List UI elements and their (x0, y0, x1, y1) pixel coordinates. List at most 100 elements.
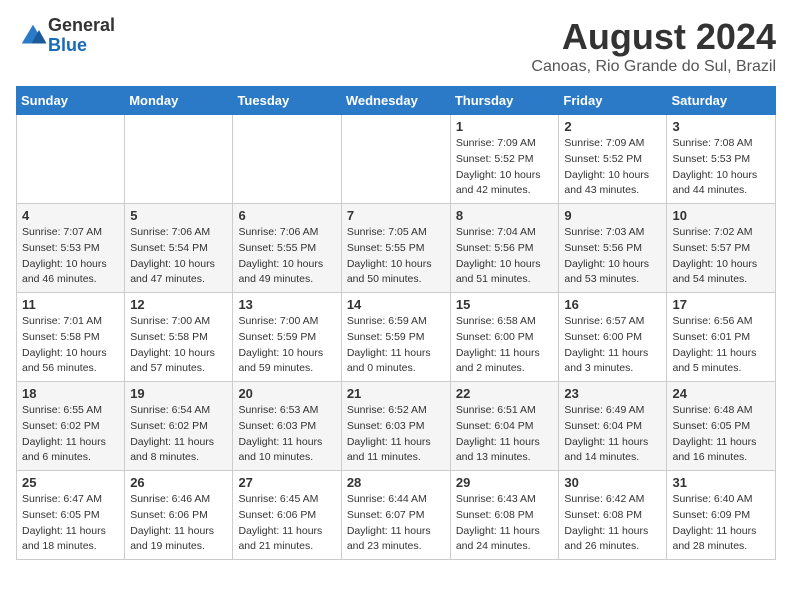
logo-general: General (48, 16, 115, 36)
day-number: 18 (22, 386, 119, 401)
day-cell: 21 Sunrise: 6:52 AMSunset: 6:03 PMDayligh… (341, 382, 450, 471)
header-wednesday: Wednesday (341, 87, 450, 115)
day-cell (125, 115, 233, 204)
day-info: Sunrise: 6:48 AMSunset: 6:05 PMDaylight:… (672, 403, 770, 466)
header-sunday: Sunday (17, 87, 125, 115)
day-info: Sunrise: 6:53 AMSunset: 6:03 PMDaylight:… (238, 403, 335, 466)
day-info: Sunrise: 6:43 AMSunset: 6:08 PMDaylight:… (456, 492, 554, 555)
day-info: Sunrise: 7:06 AMSunset: 5:55 PMDaylight:… (238, 225, 335, 288)
day-info: Sunrise: 7:00 AMSunset: 5:59 PMDaylight:… (238, 314, 335, 377)
day-number: 13 (238, 297, 335, 312)
day-info: Sunrise: 7:00 AMSunset: 5:58 PMDaylight:… (130, 314, 227, 377)
day-number: 5 (130, 208, 227, 223)
day-info: Sunrise: 7:04 AMSunset: 5:56 PMDaylight:… (456, 225, 554, 288)
day-cell: 6 Sunrise: 7:06 AMSunset: 5:55 PMDaylight… (233, 204, 341, 293)
day-cell: 20Sunrise: 6:53 AMSunset: 6:03 PMDayligh… (233, 382, 341, 471)
day-cell (341, 115, 450, 204)
header-monday: Monday (125, 87, 233, 115)
day-number: 24 (672, 386, 770, 401)
day-info: Sunrise: 6:49 AMSunset: 6:04 PMDaylight:… (564, 403, 661, 466)
calendar-header-row: SundayMondayTuesdayWednesdayThursdayFrid… (17, 87, 776, 115)
day-number: 26 (130, 475, 227, 490)
day-info: Sunrise: 6:44 AMSunset: 6:07 PMDaylight:… (347, 492, 445, 555)
day-number: 30 (564, 475, 661, 490)
logo: General Blue (16, 16, 115, 56)
day-info: Sunrise: 7:06 AMSunset: 5:54 PMDaylight:… (130, 225, 227, 288)
day-info: Sunrise: 6:52 AMSunset: 6:03 PMDaylight:… (347, 403, 445, 466)
day-number: 31 (672, 475, 770, 490)
day-info: Sunrise: 7:05 AMSunset: 5:55 PMDaylight:… (347, 225, 445, 288)
header-thursday: Thursday (450, 87, 559, 115)
header-friday: Friday (559, 87, 667, 115)
day-number: 27 (238, 475, 335, 490)
title-section: August 2024 Canoas, Rio Grande do Sul, B… (531, 16, 776, 76)
day-number: 9 (564, 208, 661, 223)
day-number: 3 (672, 119, 770, 134)
day-cell: 19 Sunrise: 6:54 AMSunset: 6:02 PMDayligh… (125, 382, 233, 471)
day-number: 8 (456, 208, 554, 223)
header-tuesday: Tuesday (233, 87, 341, 115)
day-cell: 23 Sunrise: 6:49 AMSunset: 6:04 PMDayligh… (559, 382, 667, 471)
day-cell: 7 Sunrise: 7:05 AMSunset: 5:55 PMDaylight… (341, 204, 450, 293)
day-number: 1 (456, 119, 554, 134)
day-info: Sunrise: 6:40 AMSunset: 6:09 PMDaylight:… (672, 492, 770, 555)
day-number: 4 (22, 208, 119, 223)
day-info: Sunrise: 6:54 AMSunset: 6:02 PMDaylight:… (130, 403, 227, 466)
day-info: Sunrise: 7:01 AMSunset: 5:58 PMDaylight:… (22, 314, 119, 377)
day-number: 11 (22, 297, 119, 312)
day-cell: 25 Sunrise: 6:47 AMSunset: 6:05 PMDayligh… (17, 471, 125, 560)
day-info: Sunrise: 7:08 AMSunset: 5:53 PMDaylight:… (672, 136, 770, 199)
day-cell: 10 Sunrise: 7:02 AMSunset: 5:57 PMDayligh… (667, 204, 776, 293)
day-cell (17, 115, 125, 204)
day-cell: 5 Sunrise: 7:06 AMSunset: 5:54 PMDaylight… (125, 204, 233, 293)
week-row-2: 4 Sunrise: 7:07 AMSunset: 5:53 PMDaylight… (17, 204, 776, 293)
day-cell: 11 Sunrise: 7:01 AMSunset: 5:58 PMDayligh… (17, 293, 125, 382)
week-row-1: 1Sunrise: 7:09 AMSunset: 5:52 PMDaylight… (17, 115, 776, 204)
day-info: Sunrise: 6:45 AMSunset: 6:06 PMDaylight:… (238, 492, 335, 555)
day-cell: 27 Sunrise: 6:45 AMSunset: 6:06 PMDayligh… (233, 471, 341, 560)
header: General Blue August 2024 Canoas, Rio Gra… (16, 16, 776, 76)
day-number: 29 (456, 475, 554, 490)
day-cell: 14Sunrise: 6:59 AMSunset: 5:59 PMDayligh… (341, 293, 450, 382)
day-info: Sunrise: 7:03 AMSunset: 5:56 PMDaylight:… (564, 225, 661, 288)
day-number: 15 (456, 297, 554, 312)
day-number: 22 (456, 386, 554, 401)
calendar-table: SundayMondayTuesdayWednesdayThursdayFrid… (16, 86, 776, 560)
day-cell (233, 115, 341, 204)
day-number: 19 (130, 386, 227, 401)
day-number: 17 (672, 297, 770, 312)
day-cell: 30 Sunrise: 6:42 AMSunset: 6:08 PMDayligh… (559, 471, 667, 560)
logo-text: General Blue (48, 16, 115, 56)
day-cell: 22Sunrise: 6:51 AMSunset: 6:04 PMDayligh… (450, 382, 559, 471)
day-cell: 18 Sunrise: 6:55 AMSunset: 6:02 PMDayligh… (17, 382, 125, 471)
week-row-4: 18 Sunrise: 6:55 AMSunset: 6:02 PMDayligh… (17, 382, 776, 471)
day-number: 23 (564, 386, 661, 401)
day-number: 16 (564, 297, 661, 312)
day-number: 6 (238, 208, 335, 223)
day-cell: 31 Sunrise: 6:40 AMSunset: 6:09 PMDayligh… (667, 471, 776, 560)
day-cell: 9 Sunrise: 7:03 AMSunset: 5:56 PMDaylight… (559, 204, 667, 293)
day-cell: 3 Sunrise: 7:08 AMSunset: 5:53 PMDaylight… (667, 115, 776, 204)
day-info: Sunrise: 6:46 AMSunset: 6:06 PMDaylight:… (130, 492, 227, 555)
day-cell: 28 Sunrise: 6:44 AMSunset: 6:07 PMDayligh… (341, 471, 450, 560)
day-number: 14 (347, 297, 445, 312)
day-cell: 1Sunrise: 7:09 AMSunset: 5:52 PMDaylight… (450, 115, 559, 204)
day-number: 2 (564, 119, 661, 134)
day-number: 7 (347, 208, 445, 223)
day-number: 10 (672, 208, 770, 223)
day-info: Sunrise: 6:47 AMSunset: 6:05 PMDaylight:… (22, 492, 119, 555)
header-saturday: Saturday (667, 87, 776, 115)
day-info: Sunrise: 7:02 AMSunset: 5:57 PMDaylight:… (672, 225, 770, 288)
day-cell: 15Sunrise: 6:58 AMSunset: 6:00 PMDayligh… (450, 293, 559, 382)
week-row-3: 11 Sunrise: 7:01 AMSunset: 5:58 PMDayligh… (17, 293, 776, 382)
day-number: 25 (22, 475, 119, 490)
day-info: Sunrise: 6:55 AMSunset: 6:02 PMDaylight:… (22, 403, 119, 466)
day-number: 28 (347, 475, 445, 490)
day-info: Sunrise: 7:07 AMSunset: 5:53 PMDaylight:… (22, 225, 119, 288)
day-cell: 12Sunrise: 7:00 AMSunset: 5:58 PMDayligh… (125, 293, 233, 382)
day-cell: 26 Sunrise: 6:46 AMSunset: 6:06 PMDayligh… (125, 471, 233, 560)
logo-icon (18, 21, 48, 51)
day-number: 21 (347, 386, 445, 401)
day-cell: 24 Sunrise: 6:48 AMSunset: 6:05 PMDayligh… (667, 382, 776, 471)
day-info: Sunrise: 6:42 AMSunset: 6:08 PMDaylight:… (564, 492, 661, 555)
